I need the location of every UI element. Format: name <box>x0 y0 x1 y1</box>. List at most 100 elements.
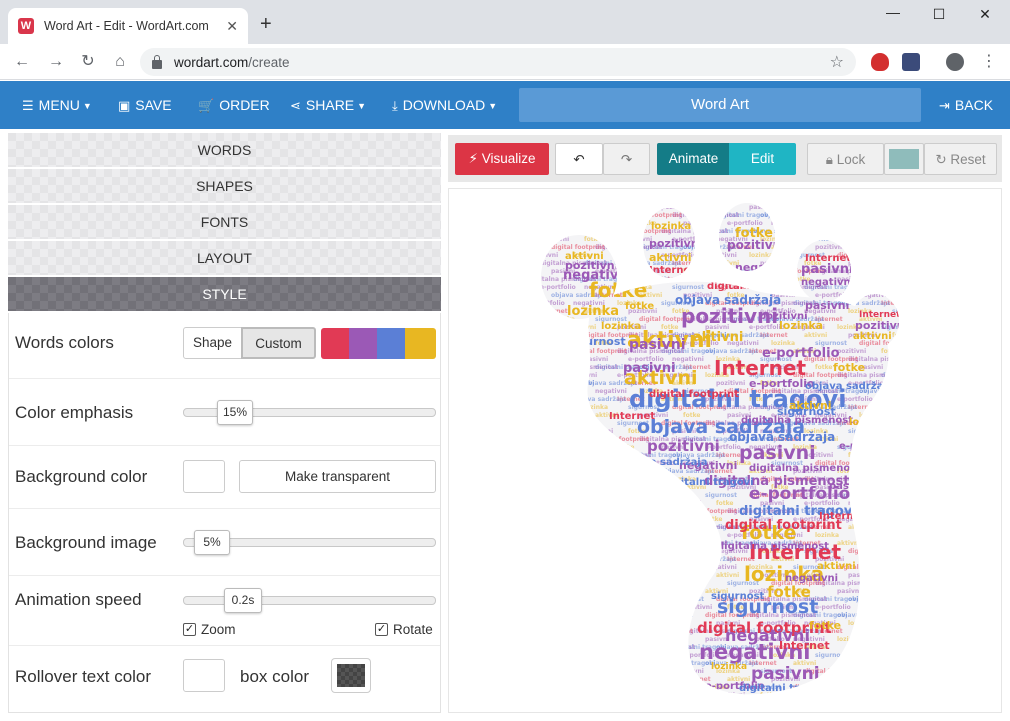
artwork-title-field[interactable]: Word Art <box>519 88 921 122</box>
profile-avatar-icon[interactable] <box>946 53 964 71</box>
cloud-filler-word: objava sadržaja <box>628 572 681 579</box>
section-fonts[interactable]: FONTS <box>8 205 441 239</box>
extension-icon[interactable] <box>902 53 920 71</box>
color-emphasis-handle[interactable]: 15% <box>217 400 253 425</box>
shield-extension-icon[interactable] <box>871 53 889 71</box>
cloud-filler-word: sigurnost <box>584 524 616 531</box>
section-layout[interactable]: LAYOUT <box>8 241 441 275</box>
new-tab-icon[interactable]: + <box>260 14 272 34</box>
zoom-checkbox[interactable]: ✓ Zoom <box>183 622 236 637</box>
cloud-word: pasivni <box>739 442 816 464</box>
bookmark-star-icon[interactable]: ☆ <box>830 52 844 72</box>
home-icon[interactable]: ⌂ <box>108 50 132 74</box>
footprint-word-cloud[interactable]: Internetobjava sadržajadigitalni tragovi… <box>449 189 1001 712</box>
color-swatch-2[interactable] <box>349 328 377 359</box>
tab-close-icon[interactable]: ✕ <box>226 18 238 35</box>
cloud-filler-word: pozitivni <box>573 444 602 451</box>
cloud-filler-word: aktivni <box>551 220 574 227</box>
cloud-filler-word: negativni <box>551 508 583 515</box>
cloud-word: fotke <box>625 301 654 312</box>
maximize-icon[interactable]: ☐ <box>916 6 962 23</box>
cloud-filler-word: digitalna pismenost <box>892 548 959 555</box>
cloud-filler-word: pasivni <box>881 468 905 475</box>
cloud-filler-word: Internet <box>892 596 920 603</box>
minimize-icon[interactable]: — <box>870 4 916 20</box>
save-button[interactable]: ▣ SAVE <box>118 81 172 129</box>
back-button[interactable]: ⇥ BACK <box>939 81 993 129</box>
url-field[interactable]: wordart.com/create ☆ <box>140 48 856 76</box>
shape-color-button[interactable] <box>884 143 924 175</box>
cloud-filler-word: fotke <box>859 244 877 251</box>
cloud-filler-word: digitalni tragovi <box>529 396 583 403</box>
window-close-icon[interactable]: ✕ <box>962 6 1008 23</box>
cloud-filler-word: Internet <box>573 204 601 211</box>
color-emphasis-slider[interactable]: 15% <box>183 400 436 425</box>
browser-tab[interactable]: W Word Art - Edit - WordArt.com ✕ <box>8 8 248 44</box>
color-swatch-3[interactable] <box>377 328 405 359</box>
reset-button[interactable]: ↻ Reset <box>924 143 997 175</box>
cloud-filler-word: pozitivni <box>584 428 613 435</box>
cloud-filler-word: negativni <box>628 476 660 483</box>
rollover-text-color-picker[interactable] <box>183 659 225 692</box>
cloud-word: objava sadržaja <box>619 456 708 468</box>
cloud-filler-word: pozitivni <box>661 516 690 523</box>
download-button[interactable]: ⤓ DOWNLOAD ▼ <box>392 81 497 129</box>
cloud-filler-word: pasivni <box>903 556 927 563</box>
background-image-slider[interactable]: 5% <box>183 530 436 555</box>
address-bar: ← → ↻ ⌂ wordart.com/create ☆ ⋮ <box>0 44 1010 80</box>
undo-button[interactable]: ↶ <box>555 143 603 175</box>
cloud-filler-word: sigurnost <box>892 620 924 627</box>
color-swatch-4[interactable] <box>405 328 436 359</box>
box-color-picker[interactable] <box>332 659 370 692</box>
back-arrow-icon[interactable]: ← <box>10 50 34 74</box>
cloud-filler-word: aktivni <box>881 420 904 427</box>
cloud-filler-word: aktivni <box>771 244 794 251</box>
cloud-filler-word: aktivni <box>859 628 882 635</box>
section-shapes[interactable]: SHAPES <box>8 169 441 203</box>
hamburger-icon: ☰ <box>22 98 34 113</box>
shape-colors-button[interactable]: Shape <box>183 327 242 359</box>
cloud-filler-word: digitalni tragovi <box>584 572 638 579</box>
cloud-filler-word: fotke <box>848 452 866 459</box>
make-transparent-button[interactable]: Make transparent <box>239 460 436 493</box>
order-button[interactable]: 🛒 ORDER <box>198 81 270 129</box>
cloud-filler-word: lozinka <box>837 636 861 643</box>
background-color-picker[interactable] <box>183 460 225 493</box>
cloud-filler-word: digitalni tragovi <box>617 468 671 475</box>
animation-speed-slider[interactable]: 0.2s <box>183 588 436 613</box>
redo-button[interactable]: ↷ <box>603 143 650 175</box>
back-label: BACK <box>954 97 994 113</box>
cloud-filler-word: objava sadržaja <box>573 396 626 403</box>
cloud-filler-word: digital footprint <box>628 524 682 531</box>
animate-button[interactable]: Animate <box>657 143 730 175</box>
cloud-filler-word: negativni <box>639 580 671 587</box>
exit-icon: ⇥ <box>939 98 950 113</box>
rotate-checkbox[interactable]: ✓ Rotate <box>375 622 433 637</box>
background-image-handle[interactable]: 5% <box>194 530 230 555</box>
share-button[interactable]: ⋖ SHARE ▼ <box>290 81 366 129</box>
section-style[interactable]: STYLE <box>8 277 441 311</box>
cloud-filler-word: pasivni <box>848 260 872 267</box>
animation-speed-handle[interactable]: 0.2s <box>224 588 262 613</box>
cloud-filler-word: pozitivni <box>837 660 866 667</box>
custom-colors-button[interactable]: Custom <box>241 327 316 359</box>
cloud-filler-word: lozinka <box>661 492 685 499</box>
cloud-filler-word: negativni <box>661 684 693 691</box>
menu-label: MENU <box>38 97 80 113</box>
reload-icon[interactable]: ↻ <box>76 50 100 74</box>
color-emphasis-label: Color emphasis <box>15 403 134 422</box>
visualize-button[interactable]: ⚡︎ Visualize <box>455 143 549 175</box>
cloud-filler-word: fotke <box>705 204 723 211</box>
menu-button[interactable]: ☰ MENU ▼ <box>22 81 92 129</box>
lock-button[interactable]: 🔒︎ Lock <box>807 143 884 175</box>
word-art-canvas[interactable]: Internet objava sadržaja digitalni tragovi… <box>448 188 1002 713</box>
section-words[interactable]: WORDS <box>8 133 441 167</box>
forward-arrow-icon[interactable]: → <box>44 50 68 74</box>
cloud-filler-word: fotke <box>815 364 833 371</box>
browser-menu-icon[interactable]: ⋮ <box>977 50 1001 74</box>
edit-button[interactable]: Edit <box>729 143 796 175</box>
cloud-filler-word: pasivni <box>892 452 916 459</box>
color-swatch-1[interactable] <box>321 328 349 359</box>
cloud-filler-word: fotke <box>892 644 910 651</box>
cloud-filler-word: lozinka <box>749 252 773 259</box>
